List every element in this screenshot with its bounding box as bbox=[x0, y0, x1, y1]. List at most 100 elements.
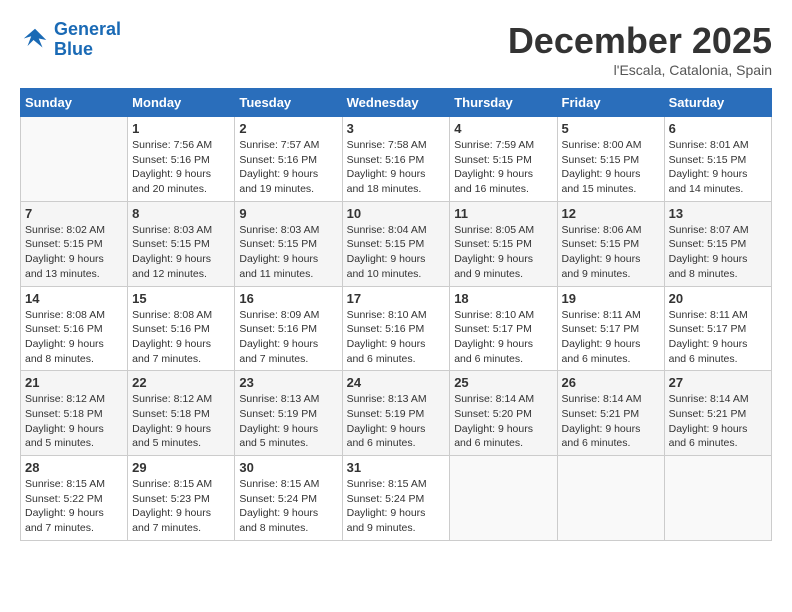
day-cell: 14 Sunrise: 8:08 AM Sunset: 5:16 PM Dayli… bbox=[21, 286, 128, 371]
day-number: 18 bbox=[454, 291, 552, 306]
day-info: Sunrise: 8:15 AM Sunset: 5:22 PM Dayligh… bbox=[25, 477, 123, 536]
day-info: Sunrise: 8:03 AM Sunset: 5:15 PM Dayligh… bbox=[239, 223, 337, 282]
day-cell: 18Sunrise: 8:10 AM Sunset: 5:17 PM Dayli… bbox=[450, 286, 557, 371]
day-cell: 26Sunrise: 8:14 AM Sunset: 5:21 PM Dayli… bbox=[557, 371, 664, 456]
day-info: Sunrise: 8:13 AM Sunset: 5:19 PM Dayligh… bbox=[239, 392, 337, 451]
day-info: Sunrise: 8:03 AM Sunset: 5:15 PM Dayligh… bbox=[132, 223, 230, 282]
day-info: Sunrise: 8:13 AM Sunset: 5:19 PM Dayligh… bbox=[347, 392, 446, 451]
day-info: Sunrise: 8:08 AM Sunset: 5:16 PM Dayligh… bbox=[25, 308, 123, 367]
day-cell: 24 Sunrise: 8:13 AM Sunset: 5:19 PM Dayli… bbox=[342, 371, 450, 456]
day-cell: 31Sunrise: 8:15 AM Sunset: 5:24 PM Dayli… bbox=[342, 456, 450, 541]
day-cell: 30Sunrise: 8:15 AM Sunset: 5:24 PM Dayli… bbox=[235, 456, 342, 541]
day-number: 19 bbox=[562, 291, 660, 306]
day-number: 3 bbox=[347, 121, 446, 136]
day-cell: 12 Sunrise: 8:06 AM Sunset: 5:15 PM Dayli… bbox=[557, 201, 664, 286]
day-cell bbox=[21, 117, 128, 202]
day-info: Sunrise: 8:07 AM Sunset: 5:15 PM Dayligh… bbox=[669, 223, 767, 282]
logo-line2: Blue bbox=[54, 39, 93, 59]
day-info: Sunrise: 8:10 AM Sunset: 5:16 PM Dayligh… bbox=[347, 308, 446, 367]
day-info: Sunrise: 7:58 AM Sunset: 5:16 PM Dayligh… bbox=[347, 138, 446, 197]
day-cell: 11 Sunrise: 8:05 AM Sunset: 5:15 PM Dayli… bbox=[450, 201, 557, 286]
day-number: 27 bbox=[669, 375, 767, 390]
day-cell bbox=[450, 456, 557, 541]
day-info: Sunrise: 8:12 AM Sunset: 5:18 PM Dayligh… bbox=[132, 392, 230, 451]
week-row-2: 7Sunrise: 8:02 AM Sunset: 5:15 PM Daylig… bbox=[21, 201, 772, 286]
day-number: 17 bbox=[347, 291, 446, 306]
day-number: 10 bbox=[347, 206, 446, 221]
weekday-header-monday: Monday bbox=[128, 89, 235, 117]
day-info: Sunrise: 8:08 AM Sunset: 5:16 PM Dayligh… bbox=[132, 308, 230, 367]
day-cell bbox=[664, 456, 771, 541]
day-info: Sunrise: 8:04 AM Sunset: 5:15 PM Dayligh… bbox=[347, 223, 446, 282]
day-number: 6 bbox=[669, 121, 767, 136]
day-cell: 28Sunrise: 8:15 AM Sunset: 5:22 PM Dayli… bbox=[21, 456, 128, 541]
month-title: December 2025 bbox=[508, 20, 772, 62]
weekday-header-thursday: Thursday bbox=[450, 89, 557, 117]
day-number: 25 bbox=[454, 375, 552, 390]
day-info: Sunrise: 8:01 AM Sunset: 5:15 PM Dayligh… bbox=[669, 138, 767, 197]
day-info: Sunrise: 8:02 AM Sunset: 5:15 PM Dayligh… bbox=[25, 223, 123, 282]
title-block: December 2025 l'Escala, Catalonia, Spain bbox=[508, 20, 772, 78]
day-cell: 2 Sunrise: 7:57 AM Sunset: 5:16 PM Daylig… bbox=[235, 117, 342, 202]
day-cell bbox=[557, 456, 664, 541]
day-number: 21 bbox=[25, 375, 123, 390]
day-info: Sunrise: 8:15 AM Sunset: 5:23 PM Dayligh… bbox=[132, 477, 230, 536]
day-number: 1 bbox=[132, 121, 230, 136]
weekday-header-saturday: Saturday bbox=[664, 89, 771, 117]
day-number: 9 bbox=[239, 206, 337, 221]
day-cell: 17 Sunrise: 8:10 AM Sunset: 5:16 PM Dayli… bbox=[342, 286, 450, 371]
day-number: 20 bbox=[669, 291, 767, 306]
logo: General Blue bbox=[20, 20, 121, 60]
day-number: 5 bbox=[562, 121, 660, 136]
day-number: 22 bbox=[132, 375, 230, 390]
day-cell: 29 Sunrise: 8:15 AM Sunset: 5:23 PM Dayli… bbox=[128, 456, 235, 541]
day-number: 2 bbox=[239, 121, 337, 136]
day-info: Sunrise: 8:11 AM Sunset: 5:17 PM Dayligh… bbox=[669, 308, 767, 367]
day-cell: 13Sunrise: 8:07 AM Sunset: 5:15 PM Dayli… bbox=[664, 201, 771, 286]
day-cell: 4Sunrise: 7:59 AM Sunset: 5:15 PM Daylig… bbox=[450, 117, 557, 202]
day-cell: 20 Sunrise: 8:11 AM Sunset: 5:17 PM Dayli… bbox=[664, 286, 771, 371]
location: l'Escala, Catalonia, Spain bbox=[508, 62, 772, 78]
day-info: Sunrise: 8:06 AM Sunset: 5:15 PM Dayligh… bbox=[562, 223, 660, 282]
day-cell: 21Sunrise: 8:12 AM Sunset: 5:18 PM Dayli… bbox=[21, 371, 128, 456]
logo-text: General Blue bbox=[54, 20, 121, 60]
day-number: 30 bbox=[239, 460, 337, 475]
calendar-table: SundayMondayTuesdayWednesdayThursdayFrid… bbox=[20, 88, 772, 541]
day-cell: 9 Sunrise: 8:03 AM Sunset: 5:15 PM Daylig… bbox=[235, 201, 342, 286]
week-row-3: 14 Sunrise: 8:08 AM Sunset: 5:16 PM Dayli… bbox=[21, 286, 772, 371]
day-cell: 5 Sunrise: 8:00 AM Sunset: 5:15 PM Daylig… bbox=[557, 117, 664, 202]
weekday-header-friday: Friday bbox=[557, 89, 664, 117]
day-number: 26 bbox=[562, 375, 660, 390]
day-cell: 16Sunrise: 8:09 AM Sunset: 5:16 PM Dayli… bbox=[235, 286, 342, 371]
weekday-header-row: SundayMondayTuesdayWednesdayThursdayFrid… bbox=[21, 89, 772, 117]
day-cell: 8 Sunrise: 8:03 AM Sunset: 5:15 PM Daylig… bbox=[128, 201, 235, 286]
day-info: Sunrise: 8:00 AM Sunset: 5:15 PM Dayligh… bbox=[562, 138, 660, 197]
day-info: Sunrise: 8:14 AM Sunset: 5:21 PM Dayligh… bbox=[669, 392, 767, 451]
day-info: Sunrise: 8:15 AM Sunset: 5:24 PM Dayligh… bbox=[347, 477, 446, 536]
day-cell: 3 Sunrise: 7:58 AM Sunset: 5:16 PM Daylig… bbox=[342, 117, 450, 202]
logo-icon bbox=[20, 25, 50, 55]
week-row-4: 21 Sunrise: 8:12 AM Sunset: 5:18 PM Dayli… bbox=[21, 371, 772, 456]
day-info: Sunrise: 8:05 AM Sunset: 5:15 PM Dayligh… bbox=[454, 223, 552, 282]
day-number: 14 bbox=[25, 291, 123, 306]
day-info: Sunrise: 7:57 AM Sunset: 5:16 PM Dayligh… bbox=[239, 138, 337, 197]
day-number: 24 bbox=[347, 375, 446, 390]
day-number: 15 bbox=[132, 291, 230, 306]
day-cell: 15 Sunrise: 8:08 AM Sunset: 5:16 PM Dayli… bbox=[128, 286, 235, 371]
week-row-1: 1Sunrise: 7:56 AM Sunset: 5:16 PM Daylig… bbox=[21, 117, 772, 202]
day-number: 29 bbox=[132, 460, 230, 475]
day-info: Sunrise: 8:11 AM Sunset: 5:17 PM Dayligh… bbox=[562, 308, 660, 367]
day-number: 8 bbox=[132, 206, 230, 221]
day-cell: 7Sunrise: 8:02 AM Sunset: 5:15 PM Daylig… bbox=[21, 201, 128, 286]
day-info: Sunrise: 8:09 AM Sunset: 5:16 PM Dayligh… bbox=[239, 308, 337, 367]
day-cell: 27 Sunrise: 8:14 AM Sunset: 5:21 PM Dayli… bbox=[664, 371, 771, 456]
day-number: 11 bbox=[454, 206, 552, 221]
page-header: General Blue December 2025 l'Escala, Cat… bbox=[20, 20, 772, 78]
day-number: 12 bbox=[562, 206, 660, 221]
day-cell: 10 Sunrise: 8:04 AM Sunset: 5:15 PM Dayli… bbox=[342, 201, 450, 286]
day-cell: 25Sunrise: 8:14 AM Sunset: 5:20 PM Dayli… bbox=[450, 371, 557, 456]
weekday-header-sunday: Sunday bbox=[21, 89, 128, 117]
weekday-header-tuesday: Tuesday bbox=[235, 89, 342, 117]
day-cell: 19 Sunrise: 8:11 AM Sunset: 5:17 PM Dayli… bbox=[557, 286, 664, 371]
logo-line1: General bbox=[54, 19, 121, 39]
